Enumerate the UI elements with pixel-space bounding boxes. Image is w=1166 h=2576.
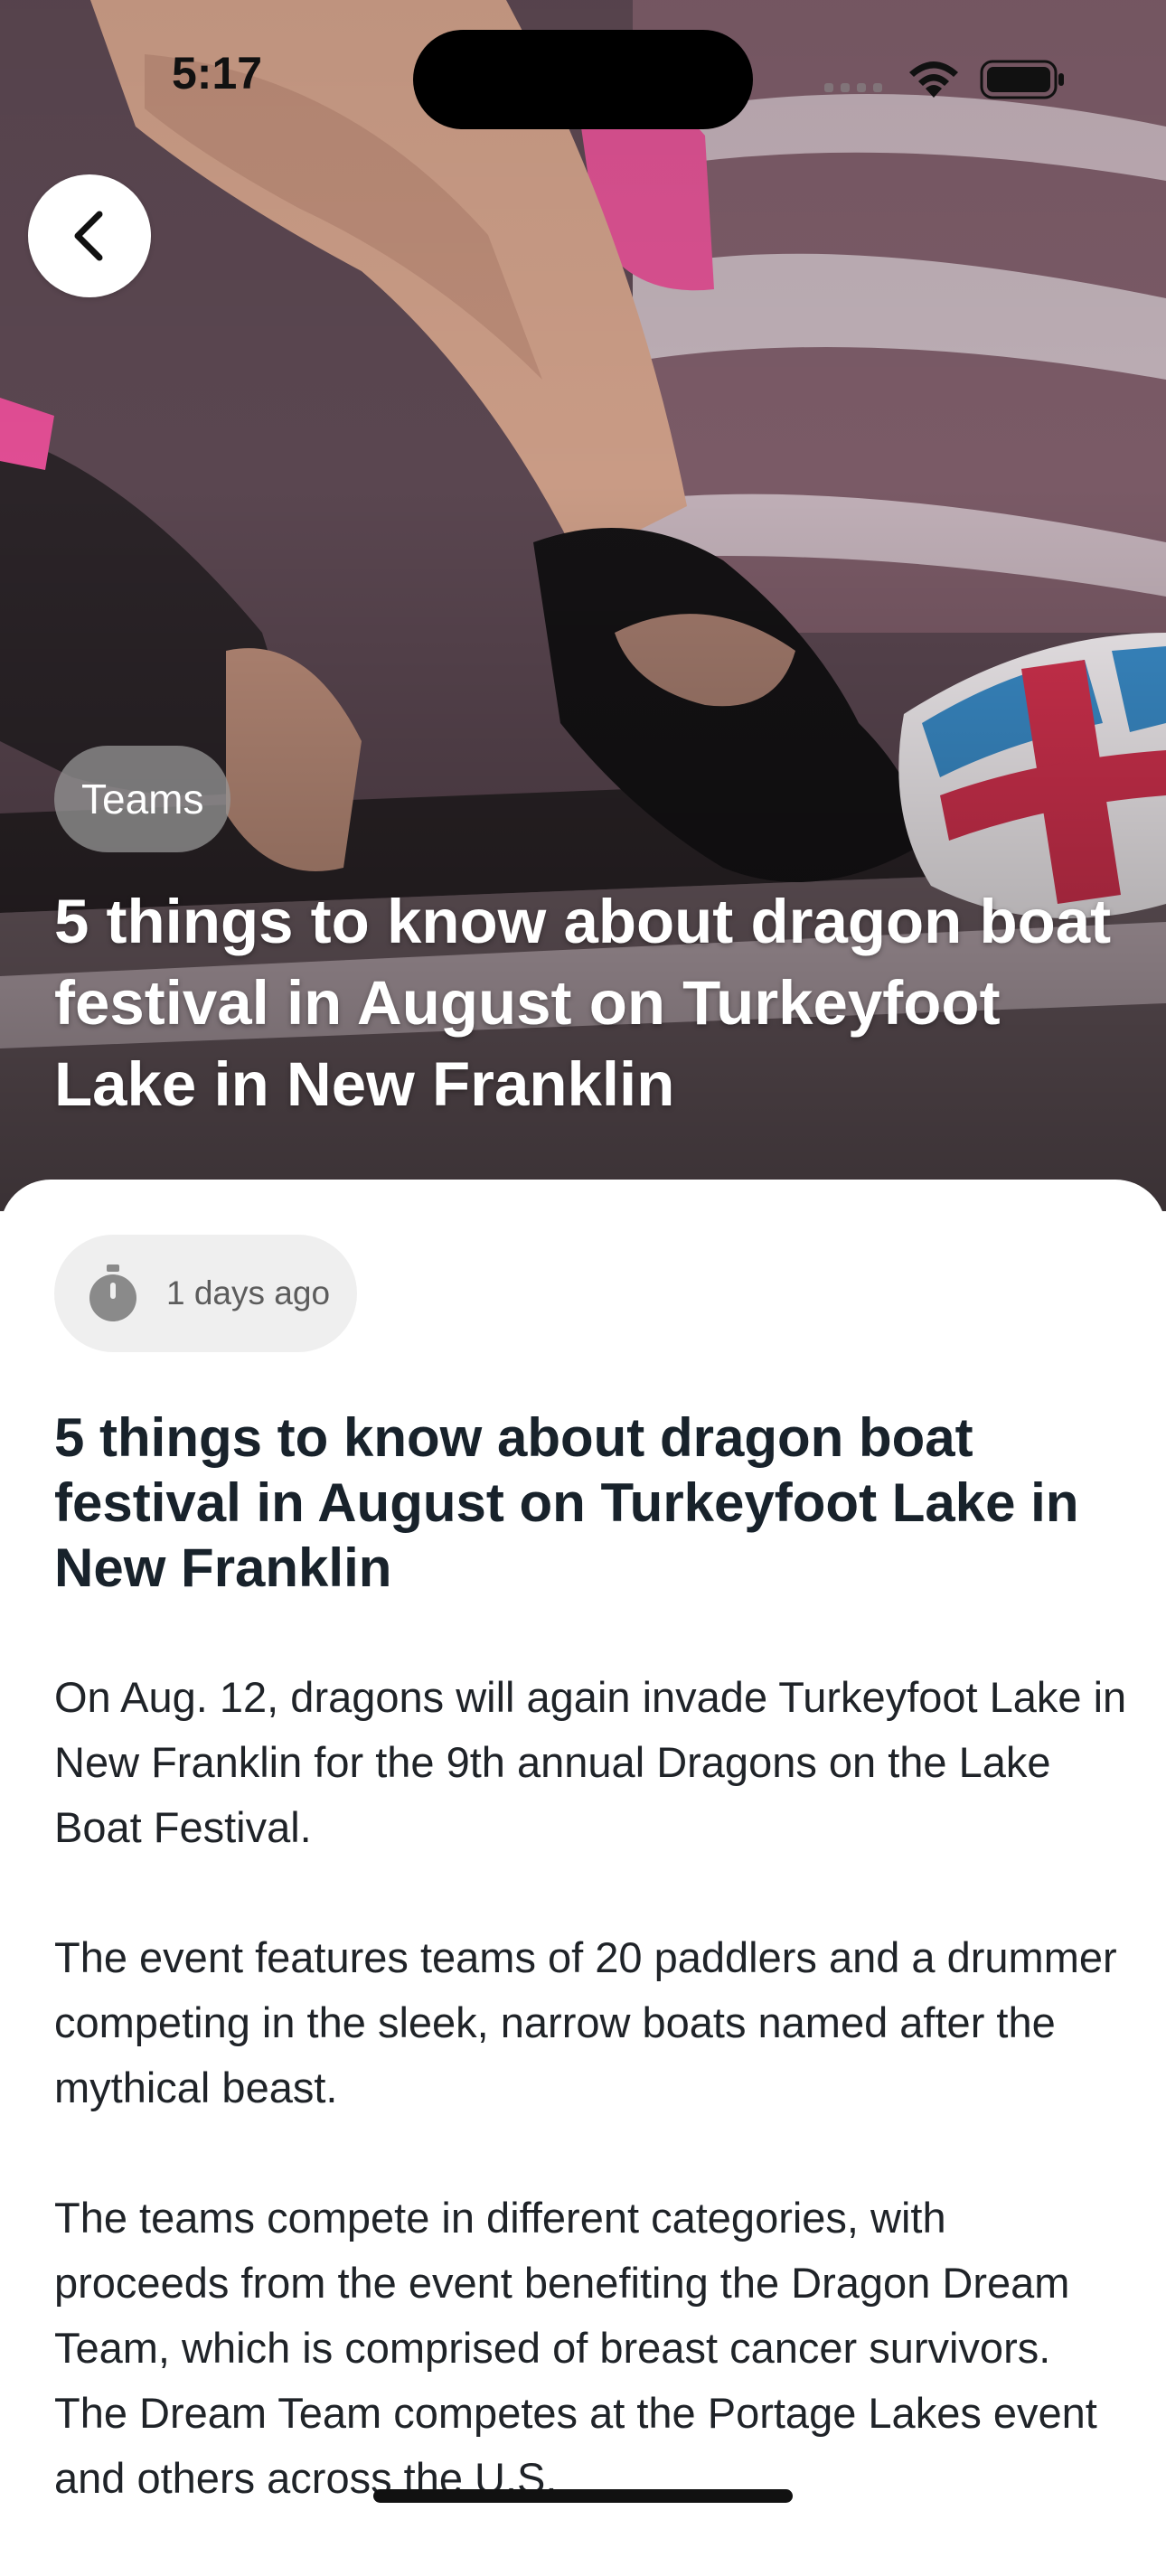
article-sheet: 1 days ago 5 things to know about dragon… [0,1180,1166,2527]
chevron-left-icon [74,211,103,261]
cellular-signal-icon [824,83,882,92]
article-paragraph: The teams compete in different categorie… [54,2194,1097,2502]
time-ago-text: 1 days ago [166,1274,331,1312]
back-button[interactable] [28,174,151,297]
article-paragraph: The event features teams of 20 paddlers … [54,1933,1117,2111]
hero-title: 5 things to know about dragon boat festi… [54,887,1112,1119]
category-badge[interactable]: Teams [54,746,231,852]
dynamic-island [413,30,753,129]
stopwatch-icon [89,1264,136,1321]
article-title: 5 things to know about dragon boat festi… [54,1407,1079,1598]
home-indicator[interactable] [373,2489,793,2503]
wifi-icon [909,61,958,98]
article-paragraph: On Aug. 12, dragons will again invade Tu… [54,1673,1127,1851]
published-time-chip: 1 days ago [54,1235,358,1352]
status-time: 5:17 [172,48,263,99]
article-body: On Aug. 12, dragons will again invade Tu… [54,1665,1130,2576]
battery-icon [980,60,1064,99]
